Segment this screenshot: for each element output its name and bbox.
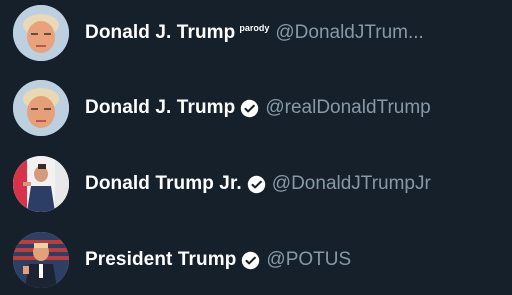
account-result-item[interactable]: Donald J. Trump @realDonaldTrump <box>0 78 512 138</box>
avatar[interactable] <box>13 232 69 288</box>
verified-badge-icon <box>240 99 259 118</box>
avatar-photo-icon <box>13 156 69 212</box>
display-name: Donald J. Trump <box>85 22 236 43</box>
username-handle: @POTUS <box>266 249 352 270</box>
verified-badge-icon <box>247 175 266 194</box>
display-name: Donald J. Trump <box>85 97 236 118</box>
avatar[interactable] <box>13 156 69 212</box>
account-result-item[interactable]: Donald J. Trump parody @DonaldJTrum... <box>0 3 512 63</box>
avatar[interactable] <box>13 5 69 61</box>
account-search-results: Donald J. Trump parody @DonaldJTrum... D… <box>0 0 512 295</box>
avatar-photo-icon <box>13 232 69 288</box>
display-name: Donald Trump Jr. <box>85 173 242 194</box>
username-handle: @realDonaldTrump <box>265 97 431 118</box>
parody-label: parody <box>239 23 270 33</box>
avatar[interactable] <box>13 80 69 136</box>
avatar-photo-icon <box>13 5 69 61</box>
account-result-item[interactable]: President Trump @POTUS <box>0 230 512 290</box>
avatar-photo-icon <box>13 80 69 136</box>
username-handle: @DonaldJTrum... <box>275 22 424 43</box>
verified-badge-icon <box>241 251 260 270</box>
display-name: President Trump <box>85 249 237 270</box>
account-result-item[interactable]: Donald Trump Jr. @DonaldJTrumpJr <box>0 154 512 214</box>
username-handle: @DonaldJTrumpJr <box>271 173 431 194</box>
